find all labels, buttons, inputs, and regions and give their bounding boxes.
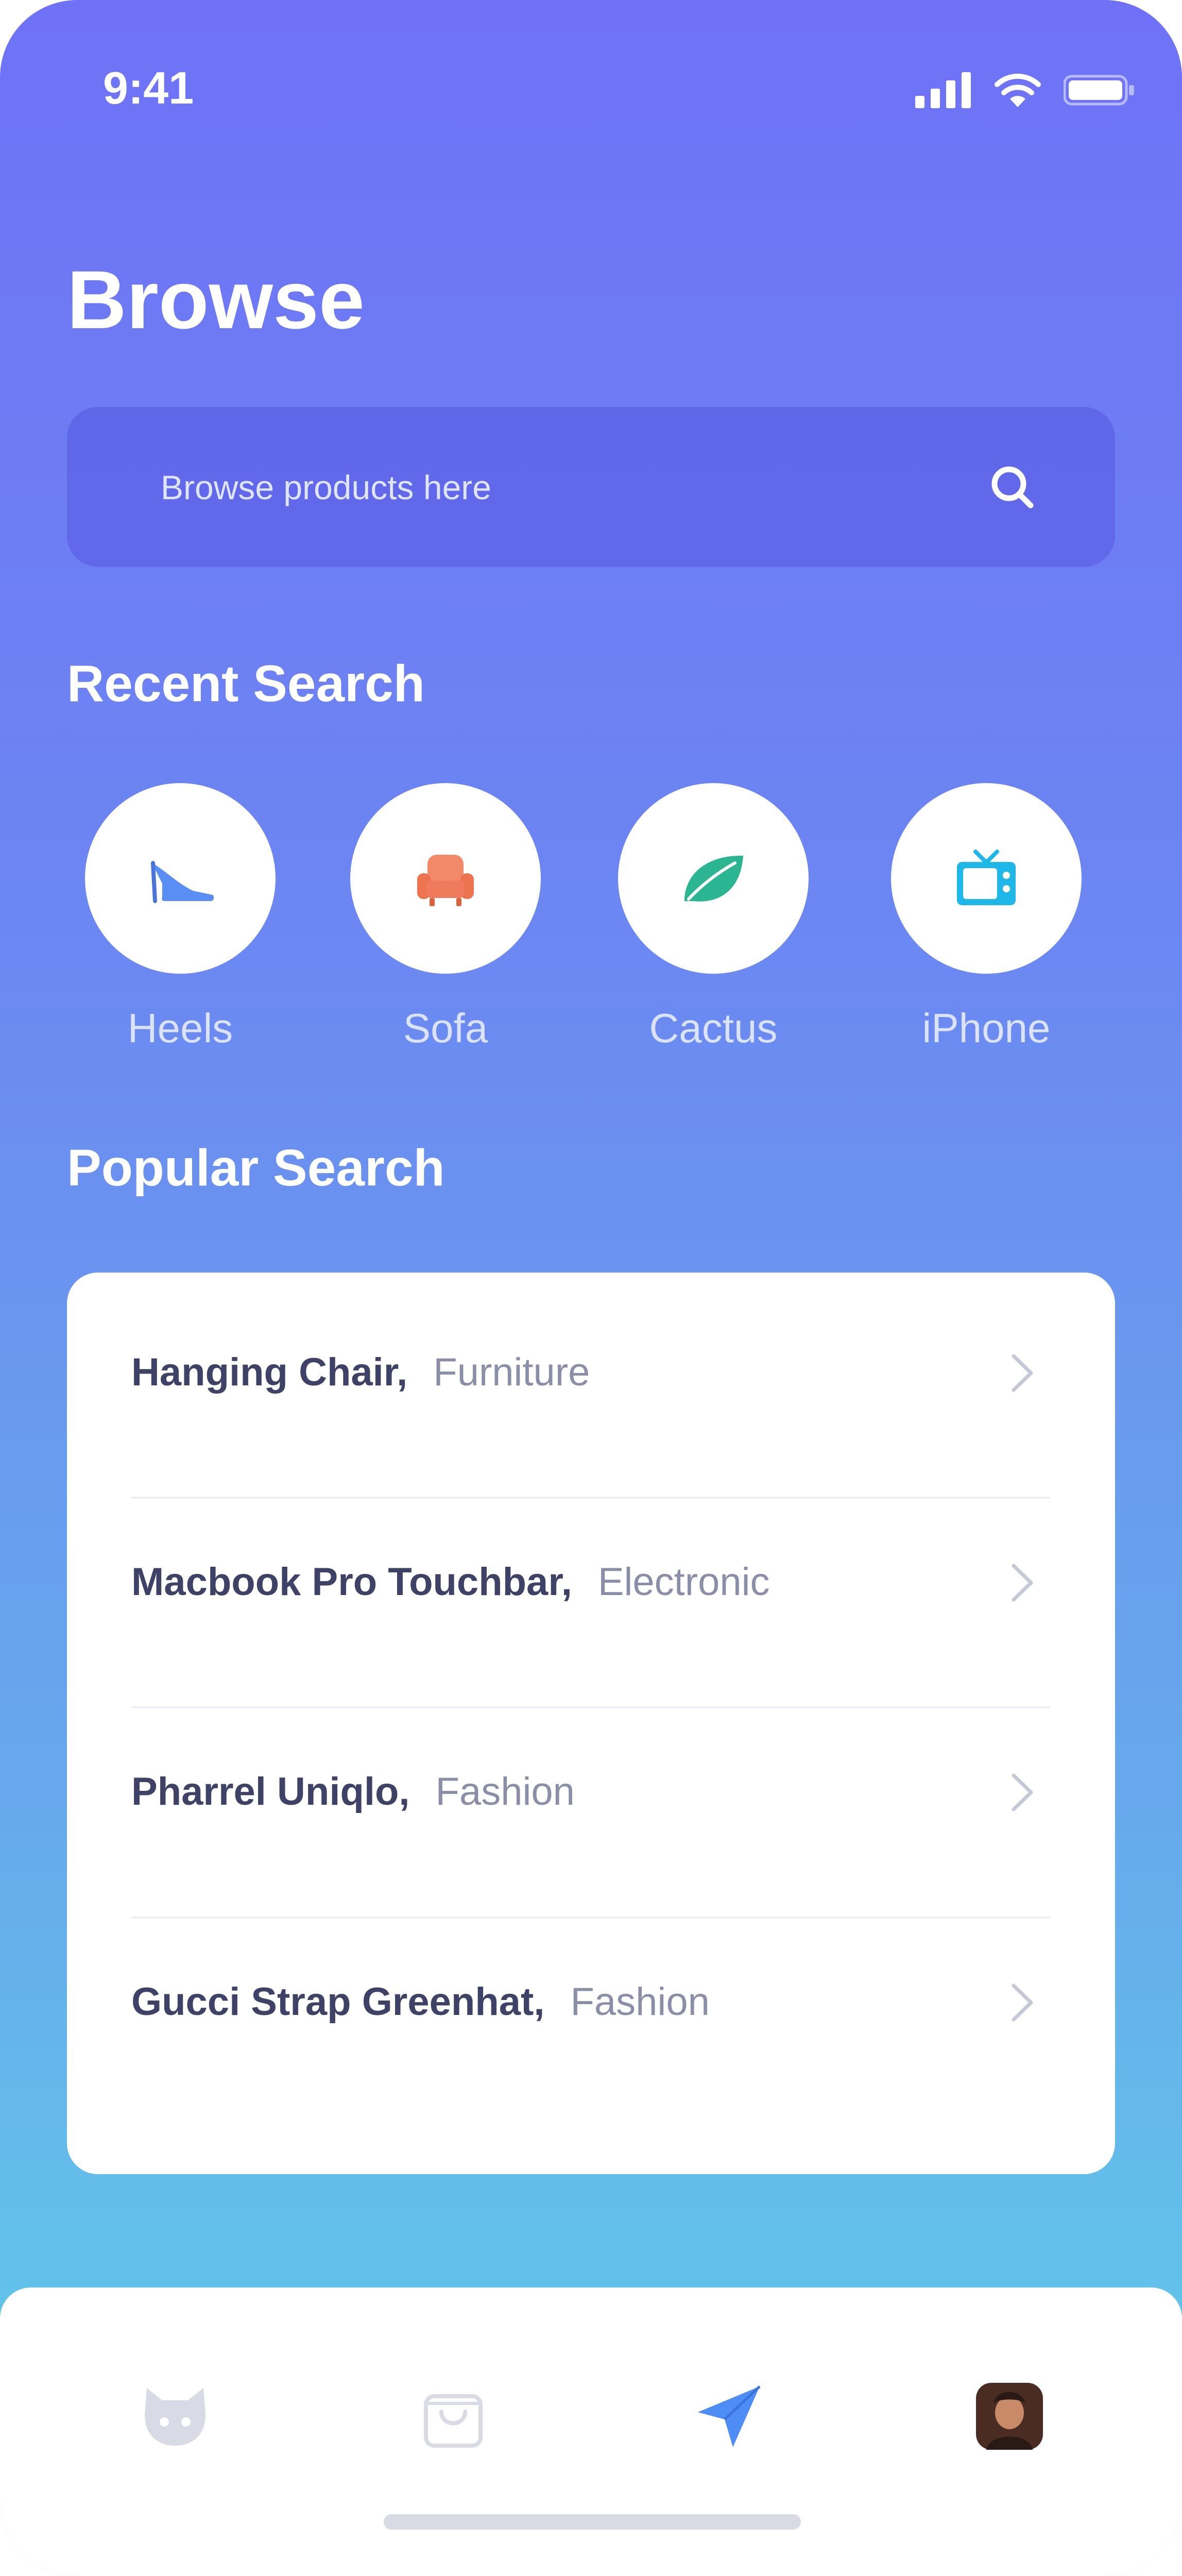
popular-item-category: Fashion bbox=[570, 1980, 710, 2024]
popular-item-name-group: Macbook Pro Touchbar, Electronic bbox=[131, 1560, 770, 1604]
recent-item-label: iPhone bbox=[922, 1005, 1051, 1051]
recent-item-heels[interactable]: Heels bbox=[82, 783, 278, 1052]
send-icon bbox=[698, 2385, 761, 2447]
popular-item-name-group: Hanging Chair, Furniture bbox=[131, 1350, 590, 1395]
popular-item-category: Furniture bbox=[433, 1350, 590, 1394]
sofa-icon bbox=[417, 855, 474, 906]
recent-search-title: Recent Search bbox=[67, 655, 425, 713]
page-title: Browse bbox=[67, 253, 365, 346]
recent-item-cactus[interactable]: Cactus bbox=[615, 783, 811, 1052]
wifi-icon bbox=[995, 74, 1041, 107]
popular-item-name: Pharrel Uniqlo bbox=[131, 1770, 399, 1814]
chevron-right-icon[interactable] bbox=[1004, 1979, 1040, 2026]
popular-item-name-group: Gucci Strap Greenhat, Fashion bbox=[131, 1979, 710, 2024]
status-bar: 9:41 bbox=[0, 0, 1182, 155]
chevron-right-icon[interactable] bbox=[1004, 1769, 1040, 1816]
tv-icon bbox=[957, 850, 1016, 905]
popular-item-gucci-strap[interactable]: Gucci Strap Greenhat, Fashion bbox=[131, 1902, 1051, 2112]
nav-item-explore[interactable] bbox=[677, 2365, 780, 2468]
popular-item-name: Macbook Pro Touchbar bbox=[131, 1560, 561, 1604]
recent-item-sofa[interactable]: Sofa bbox=[348, 783, 543, 1052]
recent-item-label: Sofa bbox=[403, 1005, 488, 1051]
popular-search-card: Hanging Chair, Furniture Macbook Pro Touc… bbox=[67, 1273, 1115, 2174]
popular-item-separator: , bbox=[561, 1560, 572, 1604]
phone-screen: 9:41 Browse Browse products here Recent … bbox=[0, 0, 1182, 2576]
recent-item-label: Cactus bbox=[649, 1005, 778, 1051]
popular-item-separator: , bbox=[399, 1770, 410, 1814]
shopping-bag-icon bbox=[424, 2394, 483, 2448]
octocat-icon bbox=[145, 2388, 205, 2446]
home-indicator bbox=[384, 2514, 801, 2530]
chevron-right-icon[interactable] bbox=[1004, 1560, 1040, 1606]
status-time: 9:41 bbox=[103, 62, 194, 113]
search-input[interactable] bbox=[160, 407, 934, 568]
nav-item-home[interactable] bbox=[124, 2365, 227, 2468]
popular-item-separator: , bbox=[534, 1980, 545, 2024]
recent-item-iphone[interactable]: iPhone bbox=[888, 783, 1084, 1052]
chevron-right-icon[interactable] bbox=[1004, 1350, 1040, 1396]
status-icons bbox=[915, 72, 1136, 108]
nav-item-profile[interactable] bbox=[958, 2365, 1061, 2468]
leaf-icon bbox=[684, 855, 743, 902]
battery-icon bbox=[1064, 75, 1134, 106]
bottom-nav bbox=[0, 2287, 1182, 2576]
profile-avatar bbox=[976, 2383, 1043, 2450]
search-icon[interactable] bbox=[986, 461, 1038, 513]
popular-item-name: Hanging Chair bbox=[131, 1350, 397, 1394]
popular-item-hanging-chair[interactable]: Hanging Chair, Furniture bbox=[131, 1273, 1051, 1482]
popular-item-name-group: Pharrel Uniqlo, Fashion bbox=[131, 1769, 575, 1814]
popular-item-category: Fashion bbox=[435, 1770, 575, 1814]
nav-item-bag[interactable] bbox=[402, 2365, 505, 2468]
recent-item-circle bbox=[618, 783, 809, 974]
popular-item-name: Gucci Strap Greenhat bbox=[131, 1980, 534, 2024]
recent-item-circle bbox=[85, 783, 276, 974]
popular-item-separator: , bbox=[397, 1350, 408, 1394]
recent-item-circle bbox=[891, 783, 1082, 974]
recent-item-label: Heels bbox=[127, 1005, 233, 1051]
popular-item-pharrel-uniqlo[interactable]: Pharrel Uniqlo, Fashion bbox=[131, 1692, 1051, 1902]
popular-item-category: Electronic bbox=[597, 1560, 770, 1604]
signal-icon bbox=[915, 72, 971, 108]
popular-search-title: Popular Search bbox=[67, 1139, 445, 1197]
recent-item-circle bbox=[350, 783, 541, 974]
popular-item-macbook[interactable]: Macbook Pro Touchbar, Electronic bbox=[131, 1482, 1051, 1692]
search-bar[interactable] bbox=[67, 407, 1115, 568]
heels-icon bbox=[151, 861, 214, 903]
